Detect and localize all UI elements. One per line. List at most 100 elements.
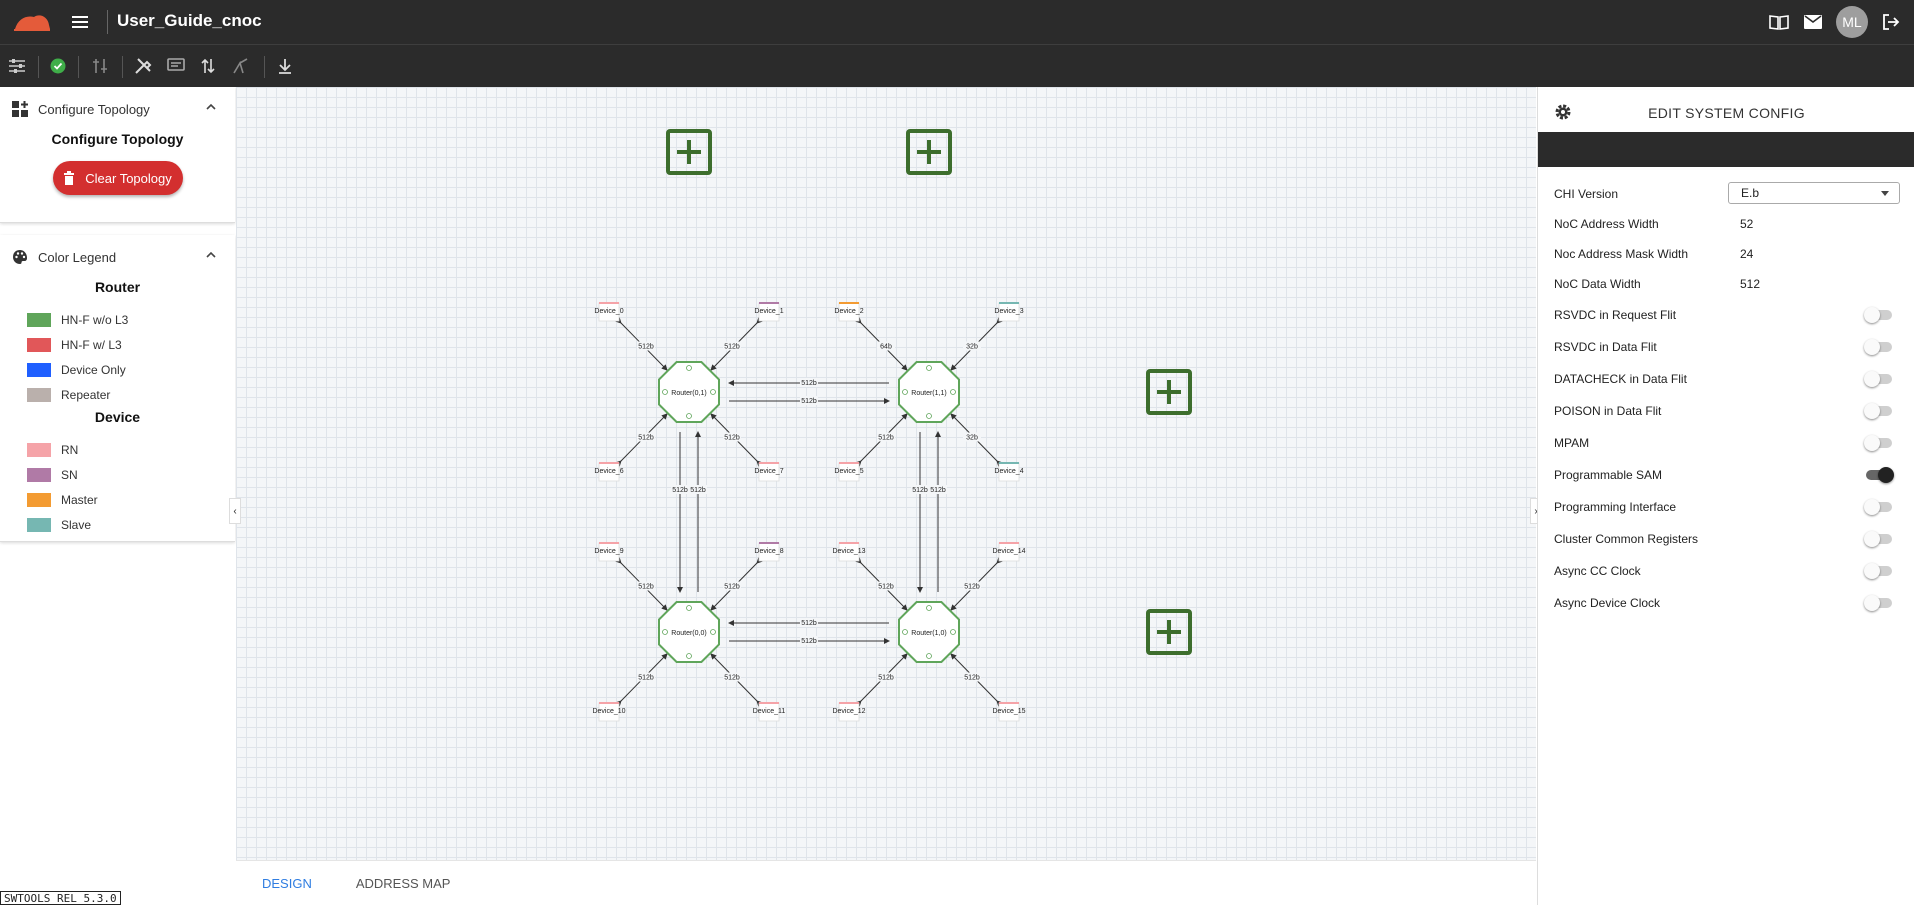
link[interactable]: 512b xyxy=(950,653,1003,707)
toggle-switch[interactable] xyxy=(1864,531,1892,547)
link[interactable]: 512b xyxy=(615,413,668,467)
tools-icon[interactable] xyxy=(132,55,154,77)
add-router-icon[interactable] xyxy=(666,129,712,175)
menu-button[interactable] xyxy=(68,10,92,34)
configure-topology-header[interactable]: Configure Topology xyxy=(0,87,235,131)
toggle-switch[interactable] xyxy=(1864,371,1892,387)
toggle-switch[interactable] xyxy=(1866,467,1894,483)
link[interactable]: 32b xyxy=(950,317,1003,371)
color-legend-header[interactable]: Color Legend xyxy=(0,235,235,279)
tab-design[interactable]: DESIGN xyxy=(258,876,316,891)
device-node[interactable]: Device_2 xyxy=(834,302,864,322)
link-label: 512b xyxy=(964,675,980,682)
router-node[interactable]: Router(1,1) xyxy=(898,361,960,423)
router-node[interactable]: Router(0,0) xyxy=(658,601,720,663)
device-node[interactable]: Device_7 xyxy=(754,462,784,482)
device-node[interactable]: Device_10 xyxy=(592,702,626,722)
link[interactable]: 512b xyxy=(710,413,763,467)
add-router-icon[interactable] xyxy=(906,129,952,175)
config-field-value[interactable]: 24 xyxy=(1740,247,1753,261)
toggle-switch[interactable] xyxy=(1864,339,1892,355)
chevron-up-icon[interactable] xyxy=(205,249,217,261)
link[interactable]: 512b xyxy=(950,557,1003,611)
link[interactable]: 512b xyxy=(671,432,689,593)
link[interactable]: 512b xyxy=(710,317,763,371)
toggle-switch[interactable] xyxy=(1864,307,1892,323)
device-node[interactable]: Device_9 xyxy=(594,542,624,562)
config-toggle-label: Programmable SAM xyxy=(1554,468,1663,482)
compare-icon[interactable] xyxy=(89,55,111,77)
toggle-switch[interactable] xyxy=(1864,595,1892,611)
chi-version-select[interactable]: E.b xyxy=(1728,182,1900,204)
device-node[interactable]: Device_15 xyxy=(992,702,1026,722)
device-node[interactable]: Device_5 xyxy=(834,462,864,482)
router-node[interactable]: Router(0,1) xyxy=(658,361,720,423)
topology-diagram[interactable]: 512b512b512b512b512b 512b 512b 512b512b 512b… xyxy=(236,87,1536,860)
device-node[interactable]: Device_14 xyxy=(992,542,1026,562)
toggle-switch[interactable] xyxy=(1864,499,1892,515)
link[interactable]: 512b xyxy=(911,432,929,593)
system-config-bar xyxy=(1538,132,1914,167)
device-node[interactable]: Device_11 xyxy=(753,702,786,722)
link[interactable]: 512b xyxy=(615,653,668,707)
logout-icon[interactable] xyxy=(1880,11,1902,33)
link[interactable]: 512b xyxy=(729,636,890,645)
chi-version-value: E.b xyxy=(1741,186,1760,200)
link[interactable]: 512b xyxy=(855,557,908,611)
device-label: Device_13 xyxy=(832,548,865,555)
config-field-value[interactable]: 512 xyxy=(1740,277,1760,291)
download-icon[interactable] xyxy=(274,55,296,77)
link-label: 512b xyxy=(912,487,928,494)
link[interactable]: 64b xyxy=(855,317,908,371)
link[interactable]: 512b xyxy=(855,413,908,467)
antenna-icon[interactable] xyxy=(229,55,251,77)
legend-swatch xyxy=(27,492,51,507)
router-node[interactable]: Router(1,0) xyxy=(898,601,960,663)
sort-arrows-icon[interactable] xyxy=(197,55,219,77)
device-node[interactable]: Device_4 xyxy=(994,462,1024,482)
settings-sliders-icon[interactable] xyxy=(6,55,28,77)
link[interactable]: 512b xyxy=(710,557,763,611)
chevron-up-icon[interactable] xyxy=(205,101,217,113)
link[interactable]: 512b xyxy=(855,653,908,707)
book-icon[interactable] xyxy=(1768,11,1790,33)
add-router-icon[interactable] xyxy=(1146,369,1192,415)
message-icon[interactable] xyxy=(165,55,187,77)
link[interactable]: 512b xyxy=(615,317,668,371)
config-toggle-row: Async CC Clock xyxy=(1538,555,1914,587)
link[interactable]: 512b xyxy=(929,431,947,592)
avatar[interactable]: ML xyxy=(1836,6,1868,38)
config-field-value[interactable]: 52 xyxy=(1740,217,1753,231)
device-node[interactable]: Device_13 xyxy=(832,542,866,562)
link[interactable]: 512b xyxy=(615,557,668,611)
toggle-knob xyxy=(1878,467,1894,483)
check-circle-icon[interactable] xyxy=(47,55,69,77)
device-node[interactable]: Device_3 xyxy=(994,302,1024,322)
tab-address-map[interactable]: ADDRESS MAP xyxy=(352,876,455,891)
device-node[interactable]: Device_1 xyxy=(754,302,784,322)
link[interactable]: 512b xyxy=(728,378,889,387)
mail-icon[interactable] xyxy=(1802,11,1824,33)
legend-swatch xyxy=(27,467,51,482)
design-canvas[interactable]: 512b 512b 512b 512b 512b 512b 512b 512b 512b 512b… xyxy=(236,87,1536,860)
toggle-switch[interactable] xyxy=(1864,563,1892,579)
link-label: 512b xyxy=(638,435,654,442)
toggle-switch[interactable] xyxy=(1864,435,1892,451)
device-node[interactable]: Device_8 xyxy=(754,542,784,562)
toolbar-divider xyxy=(38,56,39,78)
link[interactable]: 32b xyxy=(950,413,1003,467)
config-toggle-label: Programming Interface xyxy=(1554,500,1677,514)
toggle-switch[interactable] xyxy=(1864,403,1892,419)
legend-label: SN xyxy=(61,467,78,482)
link[interactable]: 512b xyxy=(689,431,707,592)
device-node[interactable]: Device_0 xyxy=(594,302,624,322)
link[interactable]: 512b xyxy=(729,396,890,405)
device-node[interactable]: Device_12 xyxy=(832,702,866,722)
add-router-icon[interactable] xyxy=(1146,609,1192,655)
collapse-left-panel-button[interactable]: ‹ xyxy=(229,498,241,524)
right-panel: EDIT SYSTEM CONFIG CHI Version E.b NoC A… xyxy=(1537,87,1914,905)
link[interactable]: 512b xyxy=(710,653,763,707)
clear-topology-button[interactable]: Clear Topology xyxy=(52,161,183,195)
link[interactable]: 512b xyxy=(728,618,889,627)
device-node[interactable]: Device_6 xyxy=(594,462,624,482)
